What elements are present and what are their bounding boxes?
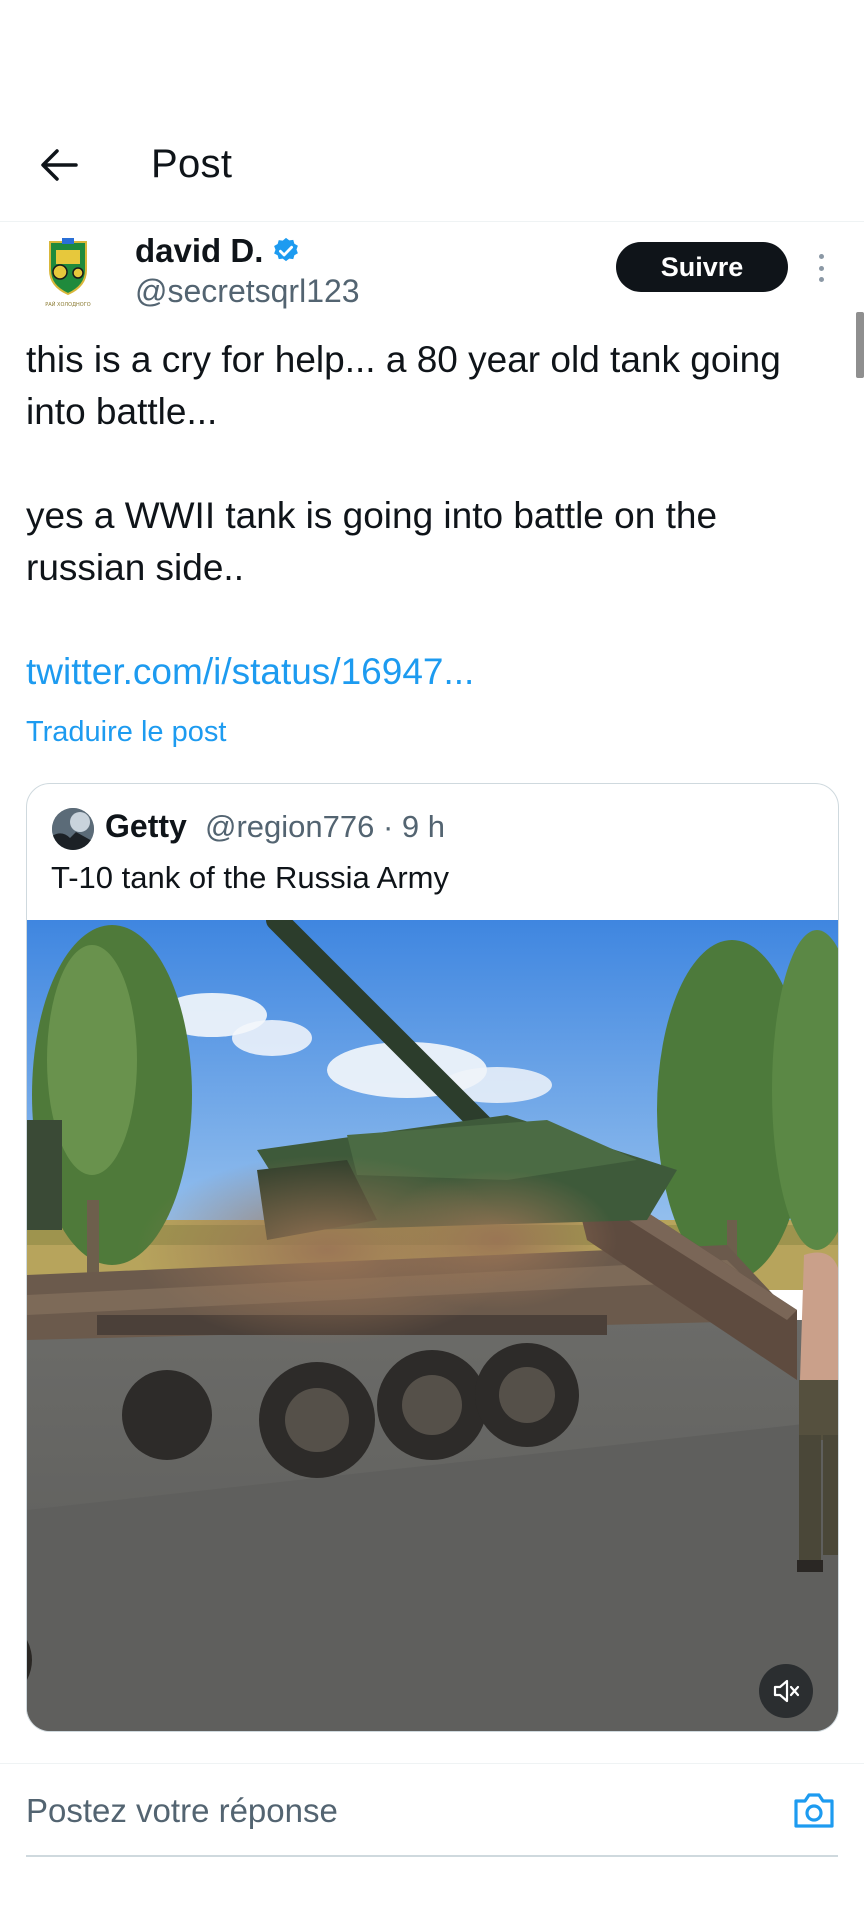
camera-icon[interactable] [790,1786,838,1834]
scrollbar[interactable] [856,312,864,378]
video-player[interactable] [27,909,838,1731]
volume-muted-icon[interactable] [759,1664,813,1718]
follow-button[interactable]: Suivre [616,242,788,292]
avatar[interactable]: РАЙ ХОЛОДНОГО [36,236,100,312]
quote-avatar[interactable] [52,808,94,850]
reply-input-underline [26,1855,838,1857]
reply-input[interactable]: Postez votre réponse [26,1792,338,1830]
quoted-post-card[interactable]: Getty @region776 · 9 h T-10 tank of the … [26,783,839,1732]
quote-handle-time: @region776 · 9 h [205,809,446,844]
post-link[interactable]: twitter.com/i/status/16947... [26,646,474,698]
page-title: Post [151,142,233,186]
verified-badge-icon [271,236,301,266]
quote-author-name[interactable]: Getty [105,808,187,845]
back-arrow-icon[interactable] [34,140,84,190]
reply-composer: Postez votre réponse [0,1763,864,1860]
avatar-caption: РАЙ ХОЛОДНОГО [45,301,90,308]
author-name-text: david D. [135,232,264,269]
post-text-paragraph: yes a WWII tank is going into battle on … [26,495,718,588]
top-bar: Post [0,0,864,222]
post-text-paragraph: this is a cry for help... a 80 year old … [26,339,781,432]
quote-text: T-10 tank of the Russia Army [51,860,450,895]
more-options-icon[interactable] [808,248,834,288]
translate-post-link[interactable]: Traduire le post [26,716,226,749]
author-name[interactable]: david D. [135,232,301,270]
author-handle[interactable]: @secretsqrl123 [135,273,360,310]
